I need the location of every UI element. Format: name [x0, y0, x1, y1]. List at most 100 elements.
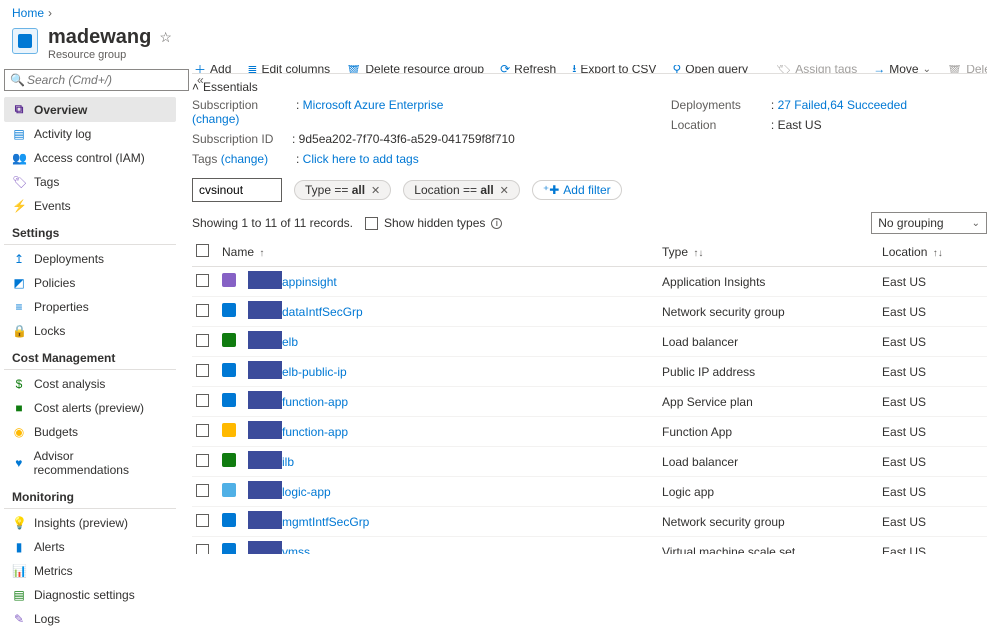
chevron-down-icon: ⌄: [972, 218, 980, 229]
filter-pill-type[interactable]: Type == all✕: [294, 180, 391, 200]
row-checkbox[interactable]: [196, 484, 209, 497]
subscription-link[interactable]: Microsoft Azure Enterprise: [303, 98, 444, 112]
col-type[interactable]: Type ↑↓: [658, 238, 878, 267]
sidebar-item-cost-analysis[interactable]: $ Cost analysis: [4, 372, 176, 396]
sidebar-item-policies[interactable]: ◩Policies: [4, 271, 176, 295]
resource-link[interactable]: function-app: [282, 425, 348, 439]
resource-link[interactable]: vmss: [282, 545, 310, 555]
essentials-toggle[interactable]: ˄ Essentials: [192, 80, 987, 98]
resource-link[interactable]: elb: [282, 335, 298, 349]
sidebar-item-access-control-iam-[interactable]: 👥Access control (IAM): [4, 146, 176, 170]
delete-button[interactable]: 🗑Delete: [945, 65, 987, 74]
redacted-block: [248, 511, 282, 529]
resource-location: East US: [878, 447, 987, 477]
redacted-block: [248, 271, 282, 289]
info-icon[interactable]: i: [491, 218, 502, 229]
row-checkbox[interactable]: [196, 424, 209, 437]
row-checkbox[interactable]: [196, 274, 209, 287]
cost-analysis-icon: $: [12, 377, 26, 391]
sidebar-item-tags[interactable]: 🏷Tags: [4, 170, 176, 194]
redacted-block: [248, 301, 282, 319]
tags-change-link[interactable]: (change): [221, 152, 268, 166]
deployments-link[interactable]: 27 Failed,64 Succeeded: [778, 98, 907, 112]
resource-link[interactable]: mgmtIntfSecGrp: [282, 515, 369, 529]
sidebar-item-activity-log[interactable]: ▤Activity log: [4, 122, 176, 146]
delete-rg-button[interactable]: 🗑Delete resource group: [344, 65, 486, 74]
sidebar-item-insights-preview-[interactable]: 💡Insights (preview): [4, 511, 176, 535]
resource-location: East US: [878, 417, 987, 447]
add-tags-link[interactable]: Click here to add tags: [303, 152, 419, 166]
policies-icon: ◩: [12, 276, 26, 290]
resource-location: East US: [878, 387, 987, 417]
redacted-block: [248, 481, 282, 499]
table-row: function-app App Service planEast US: [192, 387, 987, 417]
assign-tags-button[interactable]: 🏷Assign tags: [774, 65, 859, 74]
subscription-change-link[interactable]: (change): [192, 112, 239, 126]
resource-link[interactable]: elb-public-ip: [282, 365, 347, 379]
sidebar-item-deployments[interactable]: ↥Deployments: [4, 247, 176, 271]
sidebar-item-events[interactable]: ⚡Events: [4, 194, 176, 218]
filter-icon: ⁺✚: [543, 183, 559, 197]
resource-link[interactable]: function-app: [282, 395, 348, 409]
budgets-icon: ◉: [12, 425, 26, 439]
row-checkbox[interactable]: [196, 514, 209, 527]
resource-type: Load balancer: [658, 447, 878, 477]
resource-location: East US: [878, 297, 987, 327]
col-location[interactable]: Location ↑↓: [878, 238, 987, 267]
resource-type-icon: [222, 423, 236, 437]
resource-search-input[interactable]: [192, 178, 282, 202]
show-hidden-toggle[interactable]: Show hidden types i: [365, 216, 502, 230]
sidebar: 🔍 « ⧉Overview▤Activity log👥Access contro…: [0, 65, 180, 554]
close-icon[interactable]: ✕: [371, 184, 380, 197]
close-icon[interactable]: ✕: [500, 184, 509, 197]
sidebar-item-budgets[interactable]: ◉Budgets: [4, 420, 176, 444]
row-checkbox[interactable]: [196, 304, 209, 317]
resource-location: East US: [878, 537, 987, 555]
add-button[interactable]: ＋Add: [192, 65, 233, 74]
resource-link[interactable]: appinsight: [282, 275, 337, 289]
filter-pill-location[interactable]: Location == all✕: [403, 180, 520, 200]
export-csv-button[interactable]: ⭳Export to CSV: [570, 65, 658, 74]
resource-link[interactable]: logic-app: [282, 485, 331, 499]
sidebar-item-overview[interactable]: ⧉Overview: [4, 97, 176, 122]
insights-preview--icon: 💡: [12, 516, 26, 530]
checkbox-icon[interactable]: [365, 217, 378, 230]
sidebar-item-alerts[interactable]: ▮Alerts: [4, 535, 176, 559]
col-name[interactable]: Name ↑: [218, 238, 658, 267]
add-filter-button[interactable]: ⁺✚Add filter: [532, 180, 622, 200]
access-control-iam--icon: 👥: [12, 151, 26, 165]
sidebar-search-input[interactable]: [4, 69, 189, 91]
row-checkbox[interactable]: [196, 334, 209, 347]
sidebar-item-diagnostic-settings[interactable]: ▤Diagnostic settings: [4, 583, 176, 607]
overview-icon: ⧉: [12, 102, 26, 117]
edit-columns-button[interactable]: ≣Edit columns: [245, 65, 332, 74]
open-query-button[interactable]: ⚲Open query: [670, 65, 750, 74]
grouping-select[interactable]: No grouping⌄: [871, 212, 987, 234]
breadcrumb-home[interactable]: Home: [12, 6, 44, 20]
select-all-checkbox[interactable]: [196, 244, 209, 257]
resource-type: App Service plan: [658, 387, 878, 417]
sidebar-item-advisor-recommendations[interactable]: ♥Advisor recommendations: [4, 444, 176, 482]
row-checkbox[interactable]: [196, 364, 209, 377]
sidebar-item-label: Locks: [34, 324, 65, 338]
sidebar-item-label: Events: [34, 199, 71, 213]
sidebar-item-metrics[interactable]: 📊Metrics: [4, 559, 176, 583]
trash-icon: 🗑: [947, 65, 962, 74]
table-row: elbLoad balancerEast US: [192, 327, 987, 357]
row-checkbox[interactable]: [196, 394, 209, 407]
resource-type: Logic app: [658, 477, 878, 507]
sidebar-item-cost-alerts-preview-[interactable]: ■Cost alerts (preview): [4, 396, 176, 420]
refresh-button[interactable]: ⟳Refresh: [498, 65, 558, 74]
sidebar-item-properties[interactable]: ≡Properties: [4, 295, 176, 319]
table-row: vmssVirtual machine scale setEast US: [192, 537, 987, 555]
resource-link[interactable]: ilb: [282, 455, 294, 469]
sidebar-item-logs[interactable]: ✎Logs: [4, 607, 176, 631]
move-button[interactable]: →Move⌄: [871, 65, 933, 74]
resource-location: East US: [878, 267, 987, 297]
row-checkbox[interactable]: [196, 544, 209, 555]
sidebar-item-locks[interactable]: 🔒Locks: [4, 319, 176, 343]
sidebar-item-label: Cost analysis: [34, 377, 105, 391]
resource-link[interactable]: dataIntfSecGrp: [282, 305, 363, 319]
row-checkbox[interactable]: [196, 454, 209, 467]
pin-icon[interactable]: ☆: [159, 29, 172, 46]
